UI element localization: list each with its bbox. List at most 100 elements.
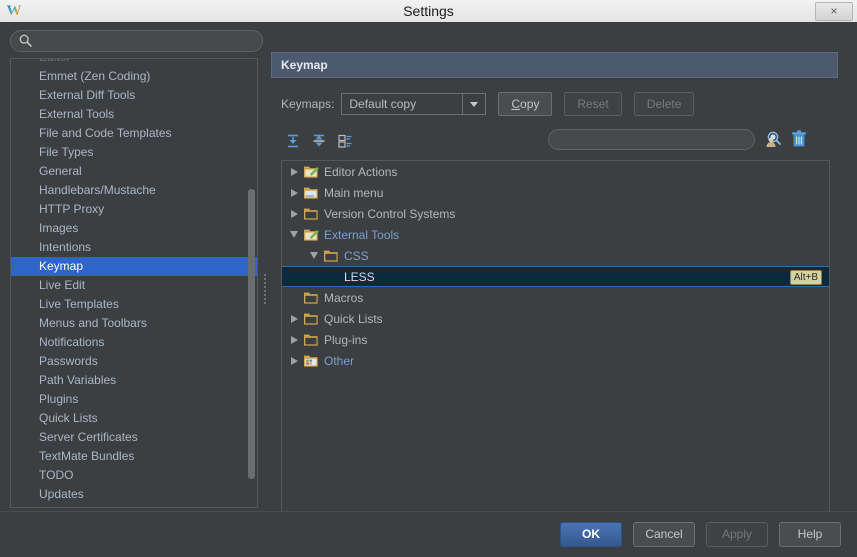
window-titlebar: W Settings × — [0, 0, 857, 23]
sidebar-item-server-certificates[interactable]: Server Certificates — [11, 428, 257, 447]
sidebar-item-emmet-zen-coding[interactable]: Emmet (Zen Coding) — [11, 67, 257, 86]
chevron-down-icon[interactable] — [286, 224, 302, 245]
sidebar-item-images[interactable]: Images — [11, 219, 257, 238]
keymap-select[interactable]: Default copy — [341, 93, 487, 115]
tree-row-label: CSS — [344, 248, 369, 263]
tree-row-label: Quick Lists — [324, 311, 383, 326]
keymap-toolbar — [271, 128, 838, 154]
page-title: Keymap — [271, 52, 838, 78]
panel-splitter-handle[interactable] — [262, 272, 268, 306]
tree-row-label: Main menu — [324, 185, 384, 200]
tree-row[interactable]: Editor Actions — [282, 161, 829, 182]
tree-row[interactable]: Main menu — [282, 182, 829, 203]
delete-button[interactable]: Delete — [633, 92, 695, 116]
sidebar-item-live-templates[interactable]: Live Templates — [11, 295, 257, 314]
sidebar-item-todo[interactable]: TODO — [11, 466, 257, 485]
folder-icon — [302, 290, 320, 306]
tree-row-selected[interactable]: LESS Alt+B — [282, 266, 829, 287]
reset-button[interactable]: Reset — [564, 92, 622, 116]
tree-row-label: Editor Actions — [324, 164, 398, 179]
chevron-down-icon[interactable] — [306, 245, 322, 266]
folder-icon — [302, 332, 320, 348]
folder-other-icon — [302, 353, 320, 369]
tree-row[interactable]: External Tools — [282, 224, 829, 245]
sidebar-item-keymap[interactable]: Keymap — [11, 257, 257, 276]
chevron-down-icon[interactable] — [462, 94, 485, 114]
webstorm-logo-icon: W — [6, 3, 22, 19]
sidebar-item-external-diff-tools[interactable]: External Diff Tools — [11, 86, 257, 105]
settings-category-list[interactable]: Editor Emmet (Zen Coding) External Diff … — [10, 58, 258, 508]
expand-all-icon[interactable] — [283, 131, 303, 151]
tree-row-label: External Tools — [324, 227, 400, 242]
sidebar-item-http-proxy[interactable]: HTTP Proxy — [11, 200, 257, 219]
copy-button[interactable]: Copy — [498, 92, 553, 116]
folder-edit-icon — [302, 164, 320, 180]
folder-icon — [302, 206, 320, 222]
close-icon[interactable]: × — [815, 2, 853, 21]
chevron-right-icon[interactable] — [286, 203, 302, 224]
tree-row[interactable]: Macros — [282, 287, 829, 308]
sidebar-item-general[interactable]: General — [11, 162, 257, 181]
tree-row[interactable]: Quick Lists — [282, 308, 829, 329]
trash-icon[interactable] — [791, 130, 807, 148]
folder-edit-icon — [302, 227, 320, 243]
folder-icon — [302, 311, 320, 327]
tree-row[interactable]: Plug-ins — [282, 329, 829, 350]
chevron-right-icon[interactable] — [286, 350, 302, 371]
copy-button-label: opy — [520, 97, 540, 111]
tree-row-label: Macros — [324, 290, 364, 305]
copy-button-mnemonic: C — [511, 97, 521, 111]
tree-row[interactable]: Other — [282, 350, 829, 371]
sidebar-item-passwords[interactable]: Passwords — [11, 352, 257, 371]
keymaps-row: Keymaps: Default copy Copy Reset Delete — [271, 92, 838, 116]
chevron-right-icon[interactable] — [286, 182, 302, 203]
settings-sidebar: Editor Emmet (Zen Coding) External Diff … — [10, 30, 263, 512]
dialog-buttons: OK Cancel Apply Help — [549, 522, 841, 547]
sidebar-scrollbar[interactable] — [248, 189, 255, 479]
sidebar-item-handlebars-mustache[interactable]: Handlebars/Mustache — [11, 181, 257, 200]
sidebar-item-path-variables[interactable]: Path Variables — [11, 371, 257, 390]
cancel-button[interactable]: Cancel — [633, 522, 695, 547]
dialog-footer: OK Cancel Apply Help — [0, 511, 857, 557]
collapse-all-icon[interactable] — [309, 131, 329, 151]
sidebar-item-updates[interactable]: Updates — [11, 485, 257, 504]
tree-row-label: Version Control Systems — [324, 206, 456, 221]
chevron-right-icon[interactable] — [286, 308, 302, 329]
keymap-actions-tree[interactable]: Editor Actions Main menu Version Control… — [281, 160, 830, 520]
sidebar-search-input[interactable] — [10, 30, 263, 52]
chevron-right-icon[interactable] — [286, 161, 302, 182]
sidebar-item-notifications[interactable]: Notifications — [11, 333, 257, 352]
category-list-inner: Editor Emmet (Zen Coding) External Diff … — [11, 59, 257, 504]
sidebar-item-live-edit[interactable]: Live Edit — [11, 276, 257, 295]
sidebar-item-intentions[interactable]: Intentions — [11, 238, 257, 257]
ok-button[interactable]: OK — [560, 522, 622, 547]
keymap-select-value: Default copy — [349, 97, 417, 111]
status-badge: Alt+B — [789, 270, 822, 285]
chevron-right-icon[interactable] — [286, 329, 302, 350]
help-button[interactable]: Help — [779, 522, 841, 547]
sidebar-item-external-tools[interactable]: External Tools — [11, 105, 257, 124]
window-title: Settings — [403, 3, 454, 19]
sidebar-item-textmate-bundles[interactable]: TextMate Bundles — [11, 447, 257, 466]
sidebar-item-file-and-code-templates[interactable]: File and Code Templates — [11, 124, 257, 143]
sidebar-item-plugins[interactable]: Plugins — [11, 390, 257, 409]
find-by-shortcut-icon[interactable] — [765, 130, 783, 148]
keymap-panel: Keymap Keymaps: Default copy Copy Reset … — [271, 52, 838, 520]
settings-dialog: Editor Emmet (Zen Coding) External Diff … — [0, 22, 857, 557]
folder-icon — [322, 248, 340, 264]
sidebar-item-quick-lists[interactable]: Quick Lists — [11, 409, 257, 428]
tree-row-label: Other — [324, 353, 355, 368]
sidebar-item-file-types[interactable]: File Types — [11, 143, 257, 162]
folder-menu-icon — [302, 185, 320, 201]
sidebar-item-menus-and-toolbars[interactable]: Menus and Toolbars — [11, 314, 257, 333]
tree-row[interactable]: Version Control Systems — [282, 203, 829, 224]
tree-row[interactable]: CSS — [282, 245, 829, 266]
edit-shortcut-icon[interactable] — [335, 131, 355, 151]
sidebar-item-editor[interactable]: Editor — [11, 59, 257, 67]
apply-button[interactable]: Apply — [706, 522, 768, 547]
tree-row-label: LESS — [344, 269, 375, 284]
twist-placeholder — [286, 287, 302, 308]
sidebar-search-wrapper — [10, 30, 263, 52]
keymap-search-input[interactable] — [548, 129, 755, 150]
keymaps-label: Keymaps: — [281, 97, 335, 111]
